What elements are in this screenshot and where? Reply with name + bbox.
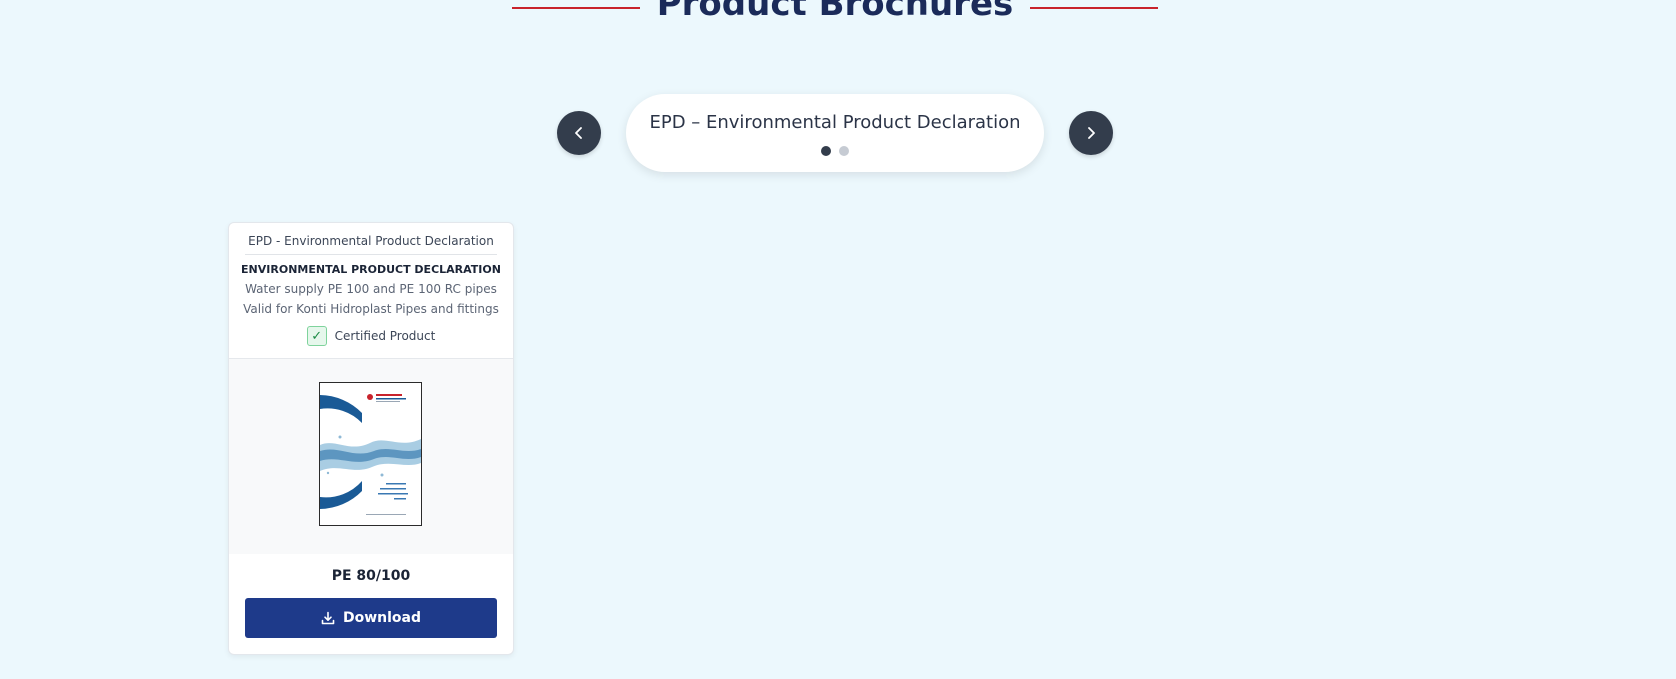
brochure-card: EPD - Environmental Product Declaration … bbox=[228, 222, 514, 655]
chevron-left-icon bbox=[575, 127, 582, 139]
carousel-next-button[interactable] bbox=[1069, 111, 1113, 155]
download-label: Download bbox=[342, 610, 422, 626]
download-icon bbox=[321, 611, 335, 625]
section-heading: Product Brochures bbox=[0, 0, 1676, 28]
carousel-dot-2[interactable] bbox=[839, 146, 849, 156]
brochure-image-area bbox=[229, 358, 513, 554]
chevron-right-icon bbox=[1088, 127, 1095, 139]
card-category: EPD - Environmental Product Declaration bbox=[245, 234, 497, 255]
heading-divider-right bbox=[1030, 7, 1158, 9]
carousel-prev-button[interactable] bbox=[557, 111, 601, 155]
certified-label: Certified Product bbox=[334, 329, 436, 343]
card-description-line-2: Valid for Konti Hidroplast Pipes and fit… bbox=[243, 302, 499, 316]
section-title: Product Brochures bbox=[656, 0, 1014, 24]
carousel-dot-1[interactable] bbox=[821, 146, 831, 156]
card-heading: ENVIRONMENTAL PRODUCT DECLARATION bbox=[241, 263, 501, 276]
card-description-line-1: Water supply PE 100 and PE 100 RC pipes bbox=[245, 282, 497, 296]
brochure-cover-image[interactable] bbox=[319, 382, 422, 526]
certified-badge: ✓ Certified Product bbox=[229, 326, 513, 346]
card-version: PE 80/100 bbox=[331, 568, 411, 584]
checkmark-icon: ✓ bbox=[306, 326, 327, 346]
carousel-title: EPD – Environmental Product Declaration bbox=[649, 112, 1021, 133]
download-button[interactable]: Download bbox=[245, 598, 497, 638]
carousel-category-card: EPD – Environmental Product Declaration bbox=[626, 94, 1044, 172]
heading-divider-left bbox=[512, 7, 640, 9]
carousel-pagination bbox=[626, 146, 1044, 156]
